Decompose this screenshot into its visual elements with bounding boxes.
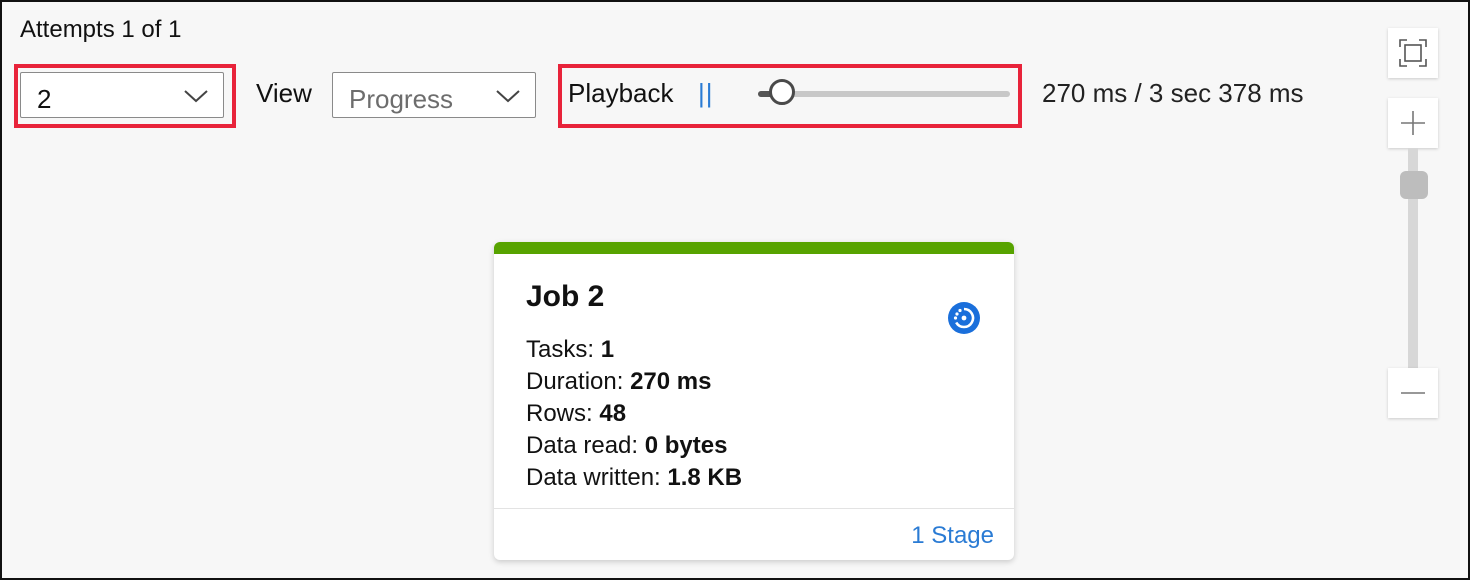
attempt-dropdown[interactable]: 2 [20, 72, 224, 118]
in-progress-icon [948, 302, 980, 334]
job-status-bar [494, 242, 1014, 254]
stat-label: Data read: [526, 432, 639, 459]
zoom-in-icon [1401, 111, 1425, 135]
stat-value: 270 ms [630, 368, 712, 395]
stat-value: 1 [600, 336, 615, 363]
stat-label: Duration: [526, 368, 624, 395]
stat-rows: Rows: 48 [526, 398, 742, 430]
attempts-label: Attempts 1 of 1 [20, 16, 182, 43]
chevron-down-icon [184, 90, 208, 103]
stage-link[interactable]: 1 Stage [911, 522, 994, 550]
zoom-out-button[interactable] [1388, 368, 1438, 418]
playback-slider-thumb[interactable] [769, 79, 796, 105]
playback-time-readout: 270 ms / 3 sec 378 ms [1042, 78, 1304, 108]
playback-slider-track[interactable] [758, 91, 1010, 97]
fit-to-screen-button[interactable] [1388, 28, 1438, 78]
stat-value: 1.8 KB [667, 464, 743, 491]
stat-data-read: Data read: 0 bytes [526, 430, 742, 462]
zoom-slider-thumb[interactable] [1400, 171, 1428, 200]
zoom-in-button[interactable] [1388, 98, 1438, 148]
job-stats: Tasks: 1 Duration: 270 ms Rows: 48 Data … [526, 334, 742, 494]
stat-label: Rows: [526, 400, 593, 427]
attempt-dropdown-value: 2 [37, 84, 52, 114]
stat-label: Data written: [526, 464, 661, 491]
stat-tasks: Tasks: 1 [526, 334, 742, 366]
job-graph-panel: Attempts 1 of 1 2 View Progress Playback… [0, 0, 1470, 580]
stat-data-written: Data written: 1.8 KB [526, 462, 742, 494]
fit-to-screen-icon [1399, 39, 1427, 67]
stat-value: 48 [599, 400, 627, 427]
stat-label: Tasks: [526, 336, 595, 363]
view-dropdown[interactable]: Progress [332, 72, 536, 118]
chevron-down-icon [496, 90, 520, 103]
zoom-out-icon [1401, 392, 1425, 394]
view-dropdown-value: Progress [349, 84, 454, 114]
stat-duration: Duration: 270 ms [526, 366, 742, 398]
job-card[interactable]: Job 2 Tasks: 1 Duration: 270 ms Rows: 48… [494, 242, 1014, 560]
view-label: View [256, 78, 312, 108]
pause-icon[interactable]: || [698, 78, 714, 109]
card-divider [494, 508, 1014, 509]
playback-label: Playback [568, 78, 674, 108]
job-title: Job 2 [526, 280, 605, 313]
stat-value: 0 bytes [644, 432, 728, 459]
